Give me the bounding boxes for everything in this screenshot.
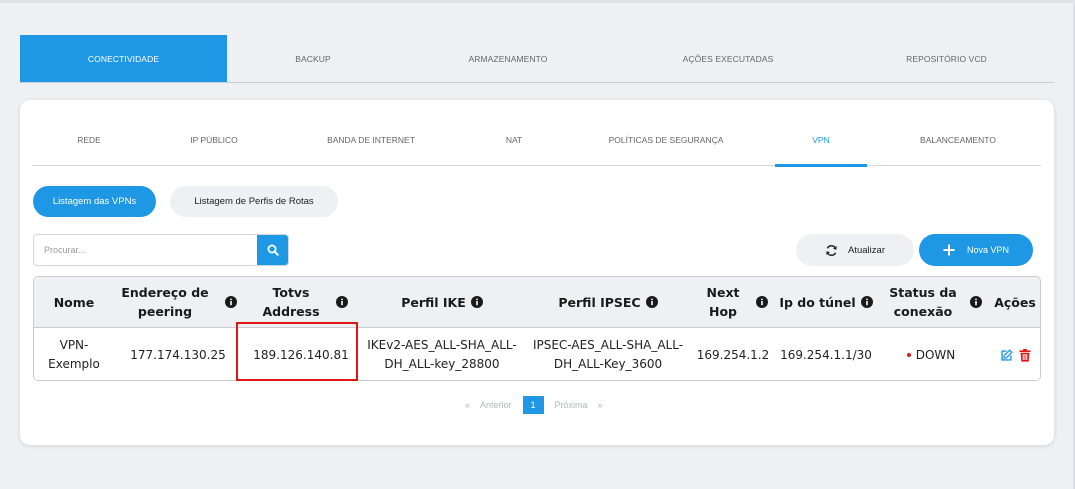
tab-repositorio-vcd[interactable]: REPOSITÓRIO VCD: [839, 35, 1054, 82]
col-acoes: Ações: [994, 294, 1036, 310]
main-tabs: CONECTIVIDADE BACKUP ARMAZENAMENTO AÇÕES…: [20, 35, 1054, 83]
cell-perfil-ike: IKEv2-AES_ALL-SHA_ALL- DH_ALL-key_28800: [367, 338, 517, 371]
col-ip-tunel[interactable]: Ip do túnel: [774, 277, 878, 327]
tab-acoes-executadas[interactable]: AÇÕES EXECUTADAS: [617, 35, 839, 82]
tab-armazenamento[interactable]: ARMAZENAMENTO: [399, 35, 617, 82]
top-divider: [0, 0, 1075, 3]
refresh-icon: [826, 244, 837, 256]
col-nome[interactable]: Nome: [34, 277, 114, 327]
info-icon[interactable]: [645, 296, 658, 308]
cell-next-hop: 169.254.1.2: [696, 347, 770, 362]
subtab-ip-publico[interactable]: IP PÚBLICO: [162, 114, 266, 166]
cell-totvs-address: 189.126.140.81: [253, 347, 349, 362]
search-button[interactable]: [257, 235, 288, 265]
route-profiles-button[interactable]: Listagem de Perfis de Rotas: [170, 186, 338, 217]
info-icon[interactable]: [470, 296, 483, 308]
subtab-politicas-seguranca[interactable]: POLÍTICAS DE SEGURANÇA: [594, 114, 738, 166]
prev-page-button[interactable]: Anterior: [480, 400, 512, 410]
col-perfil-ipsec[interactable]: Perfil IPSEC: [525, 277, 691, 327]
current-page[interactable]: 1: [522, 396, 544, 414]
status-text: DOWN: [915, 347, 956, 362]
next-arrow[interactable]: »: [598, 400, 603, 410]
vpn-table: Nome Endereço de peering Totvs Address Per…: [33, 276, 1041, 381]
prev-arrow[interactable]: «: [465, 400, 470, 410]
edit-icon[interactable]: [1000, 348, 1013, 362]
col-next-hop[interactable]: Next Hop: [691, 277, 755, 327]
sub-tabs: REDE IP PÚBLICO BANDA DE INTERNET NAT PO…: [32, 114, 1041, 167]
vpn-panel: REDE IP PÚBLICO BANDA DE INTERNET NAT PO…: [20, 100, 1054, 445]
col-totvs-address[interactable]: Totvs Address: [240, 277, 342, 327]
table-header: Nome Endereço de peering Totvs Address Per…: [34, 277, 1040, 328]
col-status-conexao[interactable]: Status da conexão: [881, 277, 965, 327]
refresh-label: Atualizar: [848, 244, 885, 256]
info-icon[interactable]: [224, 277, 238, 327]
vpn-list-button[interactable]: Listagem das VPNs: [33, 186, 156, 217]
subtab-banda-internet[interactable]: BANDA DE INTERNET: [306, 114, 436, 166]
plus-icon: [943, 244, 955, 256]
subtab-balanceamento[interactable]: BALANCEAMENTO: [898, 114, 1018, 166]
new-vpn-label: Nova VPN: [966, 245, 1010, 255]
tab-backup[interactable]: BACKUP: [227, 35, 399, 82]
trash-icon[interactable]: [1019, 348, 1031, 362]
next-page-button[interactable]: Próxima: [555, 400, 588, 410]
info-icon[interactable]: [969, 277, 983, 327]
cell-ip-tunel: 169.254.1.1/30: [780, 347, 872, 362]
search-box: [33, 234, 289, 266]
info-icon[interactable]: [335, 277, 349, 327]
pagination: « Anterior 1 Próxima »: [460, 395, 608, 415]
search-icon: [267, 244, 279, 256]
new-vpn-button[interactable]: Nova VPN: [919, 234, 1033, 266]
cell-acoes: [989, 329, 1040, 380]
tab-conectividade[interactable]: CONECTIVIDADE: [20, 35, 227, 82]
table-row: VPN- Exemplo 177.174.130.25 189.126.140.8…: [34, 329, 1040, 380]
info-icon[interactable]: [755, 277, 769, 327]
col-perfil-ike[interactable]: Perfil IKE: [359, 277, 525, 327]
cell-endereco-peering: 177.174.130.25: [130, 347, 226, 362]
subtab-rede[interactable]: REDE: [36, 114, 142, 166]
cell-perfil-ipsec: IPSEC-AES_ALL-SHA_ALL- DH_ALL-Key_3600: [532, 338, 684, 371]
cell-status: DOWN: [881, 329, 981, 380]
col-endereco-peering[interactable]: Endereço de peering: [114, 277, 216, 327]
status-down-dot: [906, 353, 911, 357]
subtab-vpn[interactable]: VPN: [775, 114, 867, 167]
cell-nome: VPN- Exemplo: [48, 338, 100, 371]
info-icon[interactable]: [860, 296, 873, 308]
subtab-nat[interactable]: NAT: [466, 114, 562, 166]
refresh-button[interactable]: Atualizar: [796, 234, 914, 266]
search-input[interactable]: [34, 235, 258, 265]
